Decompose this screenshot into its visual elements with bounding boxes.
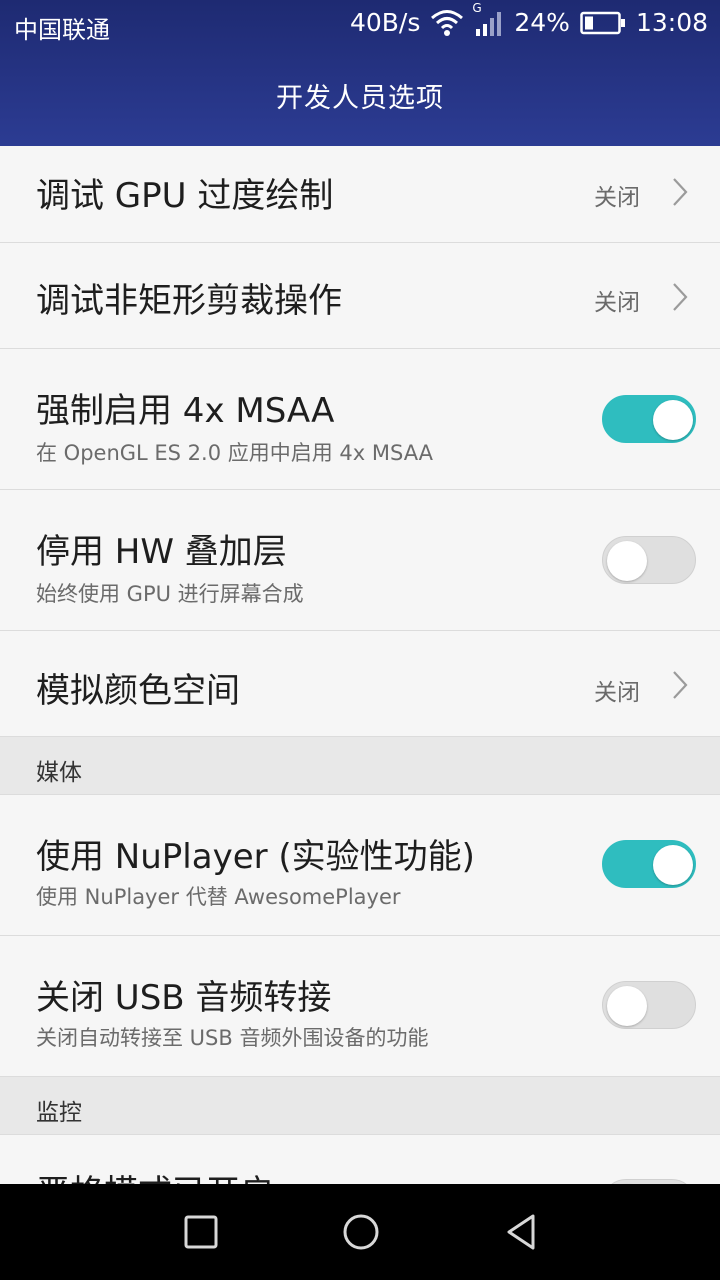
setting-title: 模拟颜色空间 bbox=[36, 671, 240, 711]
settings-list[interactable]: 调试 GPU 过度绘制 关闭 调试非矩形剪裁操作 关闭 强制启用 4x MSAA… bbox=[0, 146, 720, 1184]
usb-audio-toggle[interactable] bbox=[602, 981, 696, 1029]
recents-square-icon[interactable] bbox=[181, 1212, 221, 1252]
status-bar: 中国联通 40B/s G 24% 13:08 bbox=[0, 0, 720, 50]
setting-title: 强制启用 4x MSAA bbox=[36, 391, 335, 431]
setting-subtitle: 关闭自动转接至 USB 音频外围设备的功能 bbox=[36, 1026, 429, 1050]
navigation-bar bbox=[0, 1184, 720, 1280]
battery-icon bbox=[580, 11, 626, 35]
back-triangle-icon[interactable] bbox=[501, 1212, 541, 1252]
nuplayer-toggle[interactable] bbox=[602, 840, 696, 888]
setting-nuplayer[interactable]: 使用 NuPlayer (实验性功能) 使用 NuPlayer 代替 Aweso… bbox=[0, 795, 720, 936]
hw-overlay-toggle[interactable] bbox=[602, 536, 696, 584]
setting-strict-mode[interactable]: 严格模式已开启 bbox=[0, 1135, 720, 1184]
setting-value: 关闭 bbox=[594, 185, 640, 211]
screen: 中国联通 40B/s G 24% 13:08 开发人员选项 调试 GPU 过度绘… bbox=[0, 0, 720, 1280]
setting-subtitle: 使用 NuPlayer 代替 AwesomePlayer bbox=[36, 885, 401, 909]
section-header-monitor: 监控 bbox=[0, 1077, 720, 1135]
header: 中国联通 40B/s G 24% 13:08 开发人员选项 bbox=[0, 0, 720, 146]
toggle-knob bbox=[653, 400, 693, 440]
setting-title: 使用 NuPlayer (实验性功能) bbox=[36, 837, 475, 877]
network-type-label: G bbox=[472, 0, 482, 15]
setting-disable-hw-overlay[interactable]: 停用 HW 叠加层 始终使用 GPU 进行屏幕合成 bbox=[0, 490, 720, 631]
chevron-right-icon bbox=[673, 283, 688, 311]
chevron-right-icon bbox=[673, 178, 688, 206]
setting-subtitle: 始终使用 GPU 进行屏幕合成 bbox=[36, 582, 304, 606]
msaa-toggle[interactable] bbox=[602, 395, 696, 443]
chevron-right-icon bbox=[673, 671, 688, 699]
toggle-knob bbox=[653, 845, 693, 885]
setting-title: 调试非矩形剪裁操作 bbox=[36, 281, 342, 321]
setting-title: 停用 HW 叠加层 bbox=[36, 532, 287, 572]
carrier-label: 中国联通 bbox=[14, 16, 110, 44]
setting-gpu-overdraw[interactable]: 调试 GPU 过度绘制 关闭 bbox=[0, 146, 720, 243]
setting-force-msaa[interactable]: 强制启用 4x MSAA 在 OpenGL ES 2.0 应用中启用 4x MS… bbox=[0, 349, 720, 490]
signal-icon: G bbox=[472, 1, 504, 37]
toggle-knob bbox=[607, 986, 647, 1026]
setting-title: 关闭 USB 音频转接 bbox=[36, 978, 332, 1018]
setting-title: 严格模式已开启 bbox=[36, 1165, 274, 1184]
status-right: 40B/s G 24% 13:08 bbox=[349, 1, 708, 38]
setting-subtitle: 在 OpenGL ES 2.0 应用中启用 4x MSAA bbox=[36, 441, 434, 465]
setting-non-rect-clip[interactable]: 调试非矩形剪裁操作 关闭 bbox=[0, 243, 720, 349]
clock: 13:08 bbox=[635, 8, 708, 37]
toggle-knob bbox=[607, 541, 647, 581]
network-speed: 40B/s bbox=[349, 8, 421, 37]
setting-simulate-color-space[interactable]: 模拟颜色空间 关闭 bbox=[0, 631, 720, 737]
section-header-media: 媒体 bbox=[0, 737, 720, 795]
section-label: 媒体 bbox=[36, 760, 82, 786]
wifi-icon bbox=[430, 9, 464, 37]
setting-value: 关闭 bbox=[594, 290, 640, 316]
battery-percent: 24% bbox=[514, 8, 570, 37]
section-label: 监控 bbox=[36, 1100, 82, 1126]
home-circle-icon[interactable] bbox=[341, 1212, 381, 1252]
setting-title: 调试 GPU 过度绘制 bbox=[36, 176, 334, 216]
setting-usb-audio-routing[interactable]: 关闭 USB 音频转接 关闭自动转接至 USB 音频外围设备的功能 bbox=[0, 936, 720, 1077]
page-title: 开发人员选项 bbox=[276, 83, 444, 114]
setting-value: 关闭 bbox=[594, 680, 640, 706]
